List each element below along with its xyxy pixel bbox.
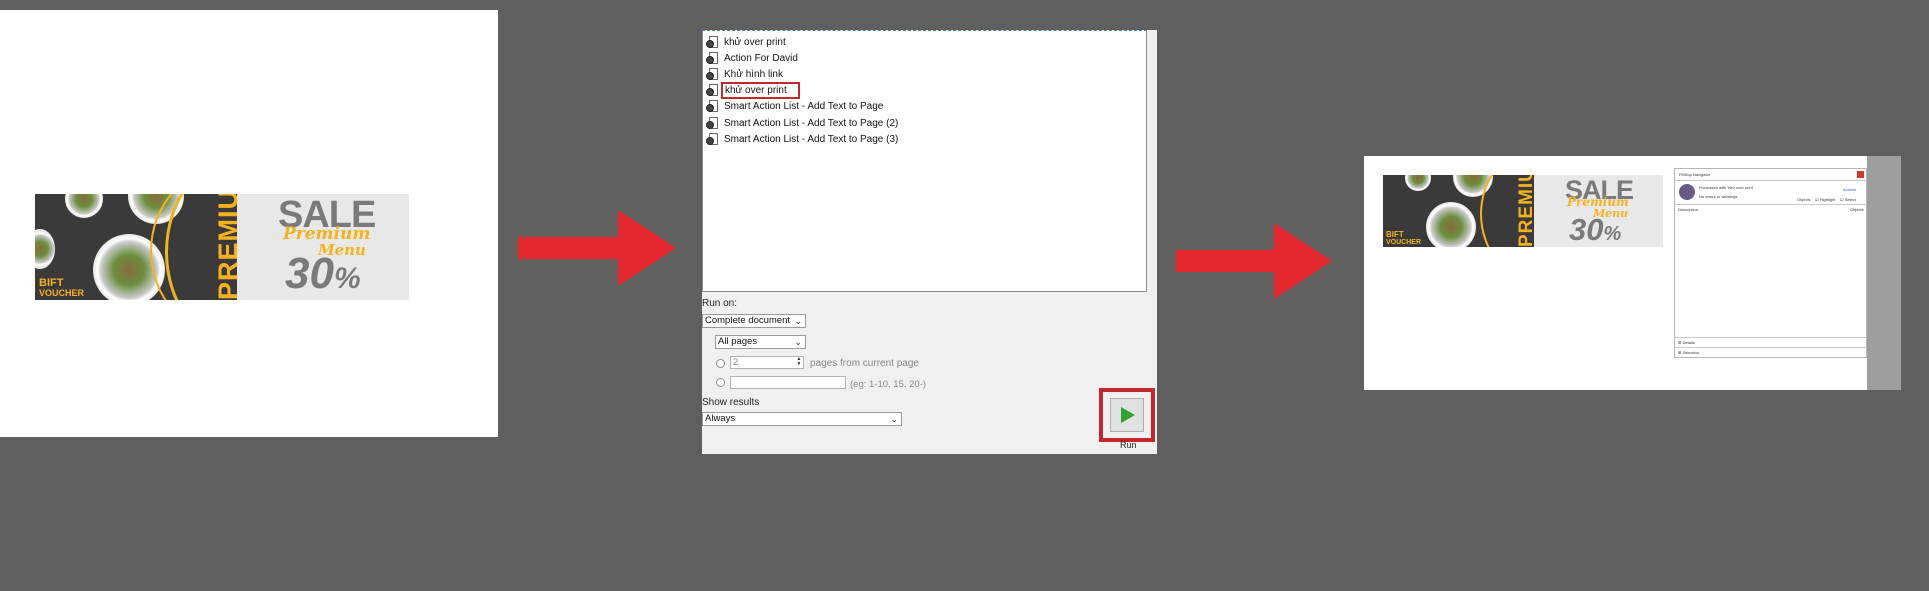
gift-voucher-text: BIFT VOUCHER xyxy=(1386,230,1422,247)
show-results-label: Show results xyxy=(702,397,760,408)
chevron-down-icon: ⌄ xyxy=(794,337,802,347)
highlight-checkbox[interactable]: ☑ Highlight xyxy=(1815,198,1835,202)
side-scroll-area xyxy=(1867,156,1901,390)
spin-arrows-icon[interactable]: ▲ ▼ xyxy=(795,357,803,368)
run-button-highlight xyxy=(1099,388,1155,442)
run-label: Run xyxy=(1120,440,1137,450)
close-icon[interactable] xyxy=(1857,171,1864,178)
pages-from-current-label: pages from current page xyxy=(810,358,919,369)
processed-text: Processed with 'khử over print' xyxy=(1699,185,1754,190)
discount-number: 30% xyxy=(1569,212,1622,247)
original-document-page: BIFT VOUCHER PREMIUM SALE Premium Menu 3… xyxy=(0,10,498,437)
divider xyxy=(1675,337,1866,338)
action-list-icon xyxy=(706,84,719,97)
banner-food-area: BIFT VOUCHER xyxy=(35,194,237,300)
banner-food-area: BIFT VOUCHER xyxy=(1383,175,1535,247)
action-list-icon xyxy=(706,100,719,113)
action-list-item[interactable]: Khử hình link xyxy=(706,66,783,82)
divider xyxy=(1675,180,1866,181)
description-column-header: Description xyxy=(1678,207,1699,212)
run-on-label: Run on: xyxy=(702,298,738,309)
action-list-item-label: Smart Action List - Add Text to Page (2) xyxy=(724,117,899,129)
food-plate-image xyxy=(35,229,55,269)
discount-number: 30% xyxy=(285,249,361,298)
action-list-item[interactable]: khử over print xyxy=(706,34,786,50)
page-range-radio[interactable] xyxy=(716,378,725,387)
action-list-icon xyxy=(706,67,719,81)
premium-vertical-text: PREMIUM xyxy=(1516,175,1537,247)
action-list-item-label: Smart Action List - Add Text to Page (3) xyxy=(724,133,899,145)
divider xyxy=(1675,347,1866,348)
voucher-banner-result: BIFT VOUCHER PREMIUM SALE Premium Menu 3… xyxy=(1383,175,1663,247)
details-section[interactable]: ⊞ Details xyxy=(1678,341,1695,345)
chevron-down-icon: ⌄ xyxy=(794,316,802,326)
panel-title: PitStop Navigator xyxy=(1679,172,1711,177)
selection-section[interactable]: ⊞ Selection xyxy=(1678,351,1699,355)
objects-column-header: Objects xyxy=(1850,207,1864,212)
voucher-banner: BIFT VOUCHER PREMIUM SALE Premium Menu 3… xyxy=(35,194,409,300)
arrow-right-icon xyxy=(518,210,676,286)
run-button[interactable] xyxy=(1110,398,1144,432)
premium-vertical-text: PREMIUM xyxy=(213,194,243,300)
action-list-item-label: Action For David xyxy=(724,52,798,64)
food-plate-image xyxy=(65,194,103,218)
action-list-item[interactable]: Smart Action List - Add Text to Page (3) xyxy=(706,131,898,147)
food-plate-image xyxy=(1426,202,1476,247)
divider xyxy=(1675,204,1866,205)
action-list-dialog: khử over print Action For David Khử hình l… xyxy=(702,30,1157,454)
action-list-icon xyxy=(706,132,719,146)
action-list-item-label: Khử hình link xyxy=(724,68,783,80)
action-list-item[interactable]: Smart Action List - Add Text to Page xyxy=(706,99,883,115)
action-list-item-label: khử over print xyxy=(721,82,800,100)
show-results-select[interactable]: Always ⌄ xyxy=(702,412,902,426)
action-list-item[interactable]: khử over print xyxy=(706,82,800,100)
action-list-item[interactable]: Smart Action List - Add Text to Page (2) xyxy=(706,115,898,131)
page-range-field[interactable] xyxy=(730,376,846,389)
arrow-right-icon xyxy=(1176,223,1332,299)
run-on-scope-select[interactable]: Complete document ⌄ xyxy=(702,314,806,328)
food-plate-image xyxy=(1405,175,1431,191)
gift-voucher-text: BIFT VOUCHER xyxy=(39,277,85,298)
select-checkbox[interactable]: ☑ Select xyxy=(1840,198,1856,202)
objects-label: Objects xyxy=(1797,197,1811,202)
play-icon xyxy=(1121,407,1135,423)
page-count-field[interactable]: 2 ▲ ▼ xyxy=(730,356,804,369)
chevron-down-icon: ⌄ xyxy=(890,414,898,424)
pages-select[interactable]: All pages ⌄ xyxy=(715,335,806,349)
page-range-hint: (eg: 1-10, 15, 20-) xyxy=(850,379,927,390)
action-list-icon xyxy=(706,51,719,65)
action-list-icon xyxy=(706,116,719,130)
report-icon xyxy=(1679,184,1695,200)
actions-link[interactable]: Actions xyxy=(1843,188,1856,192)
pitstop-navigator-panel: PitStop Navigator Processed with 'khử ov… xyxy=(1674,168,1867,358)
action-list-icon xyxy=(706,35,719,49)
result-screenshot: BIFT VOUCHER PREMIUM SALE Premium Menu 3… xyxy=(1364,156,1901,390)
action-list-box[interactable]: khử over print Action For David Khử hình l… xyxy=(702,30,1147,292)
action-list-item[interactable]: Action For David xyxy=(706,50,798,66)
action-list-item-label: Smart Action List - Add Text to Page xyxy=(724,101,884,113)
no-errors-text: No errors or warnings xyxy=(1699,194,1738,199)
pages-from-current-radio[interactable] xyxy=(716,359,725,368)
action-list-item-label: khử over print xyxy=(724,36,786,48)
